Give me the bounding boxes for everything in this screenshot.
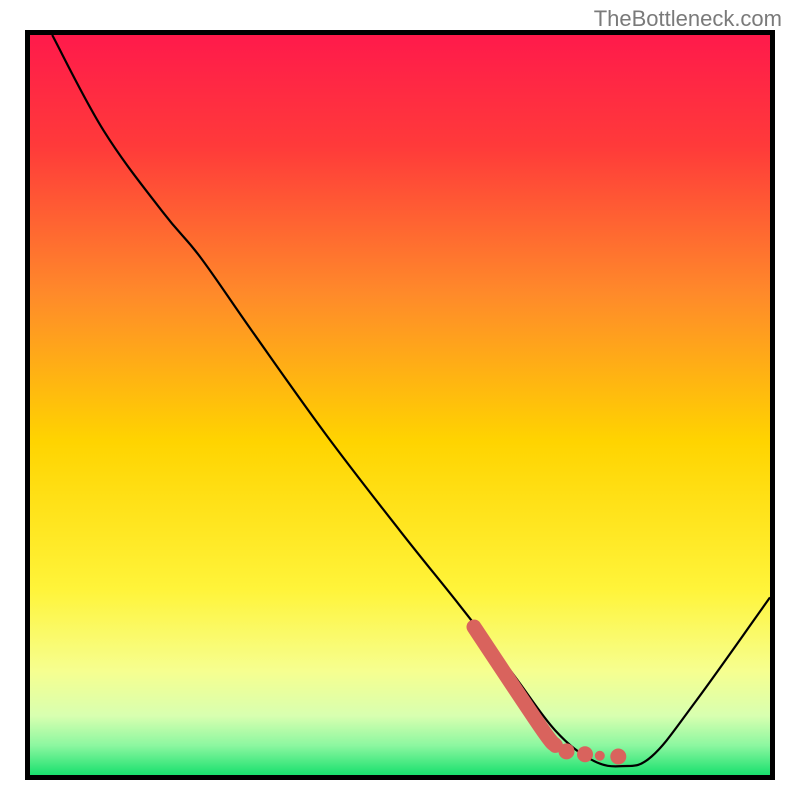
sweet-spot-dot [577, 746, 593, 762]
sweet-spot-dot [595, 751, 605, 761]
attribution-text: TheBottleneck.com [594, 6, 782, 32]
gradient-background [30, 35, 770, 775]
sweet-spot-dot [610, 749, 626, 765]
plot-svg [30, 35, 770, 775]
sweet-spot-dot [559, 743, 575, 759]
chart-root: TheBottleneck.com [0, 0, 800, 800]
